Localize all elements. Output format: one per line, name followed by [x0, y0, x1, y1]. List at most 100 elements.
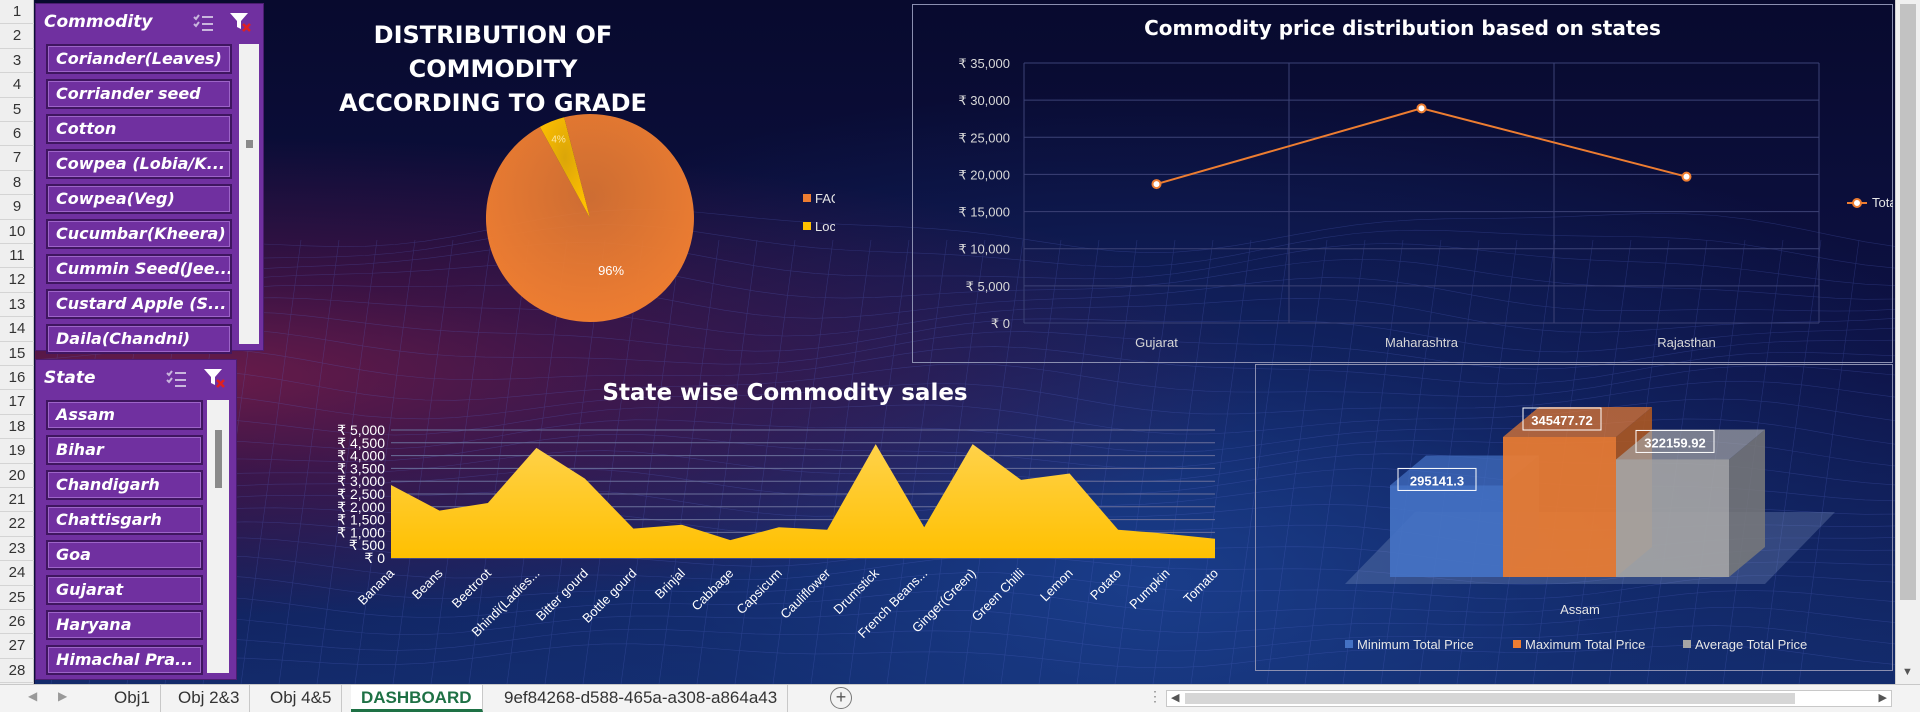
x-tick-label: Cauliflower [777, 565, 834, 622]
row-number[interactable]: 20 [0, 464, 34, 488]
legend-swatch [1683, 640, 1691, 648]
slicer-scrollbar[interactable] [239, 44, 259, 344]
y-tick-label: ₹ 10,000 [958, 242, 1010, 257]
slicer-scroll-thumb[interactable] [246, 140, 253, 148]
slicer-item[interactable]: Haryana [46, 610, 203, 640]
row-number[interactable]: 7 [0, 146, 34, 171]
row-number[interactable]: 23 [0, 537, 34, 562]
slicer-item[interactable]: Coriander(Leaves) [46, 44, 232, 74]
slicer-item[interactable]: Chandigarh [46, 470, 203, 500]
row-number[interactable]: 21 [0, 488, 34, 513]
slicer-item[interactable]: Gujarat [46, 575, 203, 605]
x-tick-label: Maharashtra [1385, 335, 1459, 350]
row-number[interactable]: 2 [0, 24, 34, 49]
row-number[interactable]: 11 [0, 244, 34, 269]
commodity-slicer[interactable]: Commodity Coriander(Leaves) Corriander se… [35, 3, 264, 354]
multi-select-icon[interactable] [191, 11, 215, 33]
state-slicer[interactable]: State Assam Bihar Chandigarh Chattisgarh Goa… [35, 359, 237, 680]
pie-slice-faq[interactable] [485, 114, 694, 323]
slicer-item[interactable]: Bihar [46, 435, 203, 465]
row-number[interactable]: 8 [0, 171, 34, 196]
legend-label: Local [815, 219, 835, 234]
slicer-item[interactable]: Cummin Seed(Jee... [46, 254, 232, 284]
y-tick-label: ₹ 15,000 [958, 205, 1010, 220]
line-chart[interactable]: ₹ 0 ₹ 5,000 ₹ 10,000 ₹ 15,000 ₹ 20,000 ₹ 25,0… [912, 40, 1893, 360]
slicer-item[interactable]: Cucumbar(Kheera) [46, 219, 232, 249]
clear-filter-icon[interactable] [228, 11, 252, 33]
bar-average-total-price[interactable] [1616, 429, 1765, 577]
x-tick-label: Pumpkin [1126, 566, 1172, 612]
x-tick-label: Tomato [1180, 566, 1221, 607]
row-number[interactable]: 27 [0, 634, 34, 659]
area-chart[interactable]: ₹ 0₹ 500₹ 1,000₹ 1,500₹ 2,000₹ 2,500₹ 3,… [285, 412, 1235, 682]
row-number[interactable]: 25 [0, 586, 34, 610]
line-point[interactable] [1681, 171, 1692, 182]
row-number[interactable]: 4 [0, 73, 34, 98]
slicer-item[interactable]: Daila(Chandni) [46, 324, 232, 354]
add-sheet-icon[interactable]: + [830, 687, 852, 709]
bar-data-label: 345477.72 [1531, 413, 1592, 428]
row-number[interactable]: 13 [0, 293, 34, 318]
scroll-down-icon[interactable]: ▼ [1902, 666, 1913, 678]
slicer-item[interactable]: Custard Apple (S... [46, 289, 232, 319]
bar-chart-3d[interactable]: 295141.3 345477.72 322159.92 Assam Minimum T… [1255, 364, 1893, 671]
pie-chart[interactable]: 96% 4% FAQ Local [435, 100, 835, 340]
sheet-tab[interactable]: Obj 2&3 [168, 685, 251, 712]
slicer-item[interactable]: Cowpea(Veg) [46, 184, 232, 214]
legend-swatch [1345, 640, 1353, 648]
row-number[interactable]: 17 [0, 390, 34, 415]
sheet-tab[interactable]: Obj1 [104, 685, 161, 712]
row-number[interactable]: 3 [0, 49, 34, 74]
row-number[interactable]: 28 [0, 659, 34, 684]
h-scroll-thumb[interactable] [1185, 693, 1795, 704]
row-number[interactable]: 24 [0, 561, 34, 586]
scroll-thumb[interactable] [1900, 4, 1916, 600]
y-tick-label: ₹ 30,000 [958, 93, 1010, 108]
row-number[interactable]: 6 [0, 122, 34, 147]
row-number[interactable]: 15 [0, 342, 34, 366]
slicer-item[interactable]: Cotton [46, 114, 232, 144]
next-sheet-icon[interactable]: ▶ [58, 689, 67, 703]
sheet-tab-bar: ◀ ▶ Obj1 Obj 2&3 Obj 4&5 DASHBOARD 9ef84268-… [0, 684, 1920, 712]
multi-select-icon[interactable] [164, 367, 188, 389]
slicer-scrollbar[interactable] [207, 400, 229, 673]
row-number[interactable]: 1 [0, 0, 34, 25]
slicer-item[interactable]: Goa [46, 540, 203, 570]
row-number[interactable]: 9 [0, 195, 34, 220]
slicer-item[interactable]: Himachal Pra... [46, 645, 203, 675]
scroll-right-icon[interactable]: ▶ [1879, 691, 1887, 704]
row-number[interactable]: 19 [0, 439, 34, 464]
horizontal-scrollbar[interactable]: ◀ ▶ [1166, 690, 1892, 707]
row-number[interactable]: 22 [0, 512, 34, 537]
vertical-scrollbar[interactable]: ▼ [1895, 0, 1920, 684]
slicer-scroll-thumb[interactable] [215, 430, 222, 488]
row-number[interactable]: 26 [0, 610, 34, 635]
line-point[interactable] [1151, 179, 1162, 190]
scroll-left-icon[interactable]: ◀ [1171, 691, 1179, 704]
area-series[interactable] [391, 444, 1215, 558]
x-tick-label: Beans [409, 565, 446, 602]
row-number[interactable]: 16 [0, 366, 34, 391]
slicer-item[interactable]: Cowpea (Lobia/K... [46, 149, 232, 179]
slicer-item[interactable]: Assam [46, 400, 203, 430]
slicer-item[interactable]: Corriander seed [46, 79, 232, 109]
y-tick-label: ₹ 35,000 [958, 56, 1010, 71]
prev-sheet-icon[interactable]: ◀ [28, 689, 37, 703]
slicer-item[interactable]: Chattisgarh [46, 505, 203, 535]
row-number[interactable]: 10 [0, 220, 34, 244]
x-tick-label: Capsicum [733, 566, 784, 617]
legend-swatch [803, 194, 811, 202]
legend-label: Minimum Total Price [1357, 637, 1474, 652]
sheet-tab[interactable]: Obj 4&5 [260, 685, 343, 712]
line-series[interactable] [1156, 107, 1687, 186]
more-options-icon[interactable]: ⋮ [1148, 688, 1162, 705]
line-point[interactable] [1416, 103, 1427, 114]
row-number[interactable]: 14 [0, 317, 34, 342]
clear-filter-icon[interactable] [202, 367, 226, 389]
sheet-tab[interactable]: DASHBOARD [351, 685, 483, 712]
sheet-tab[interactable]: 9ef84268-d588-465a-a308-a864a43 [494, 685, 789, 712]
row-number[interactable]: 18 [0, 415, 34, 440]
row-number[interactable]: 5 [0, 98, 34, 122]
row-number[interactable]: 12 [0, 268, 34, 293]
bar-data-label: 322159.92 [1644, 435, 1705, 450]
